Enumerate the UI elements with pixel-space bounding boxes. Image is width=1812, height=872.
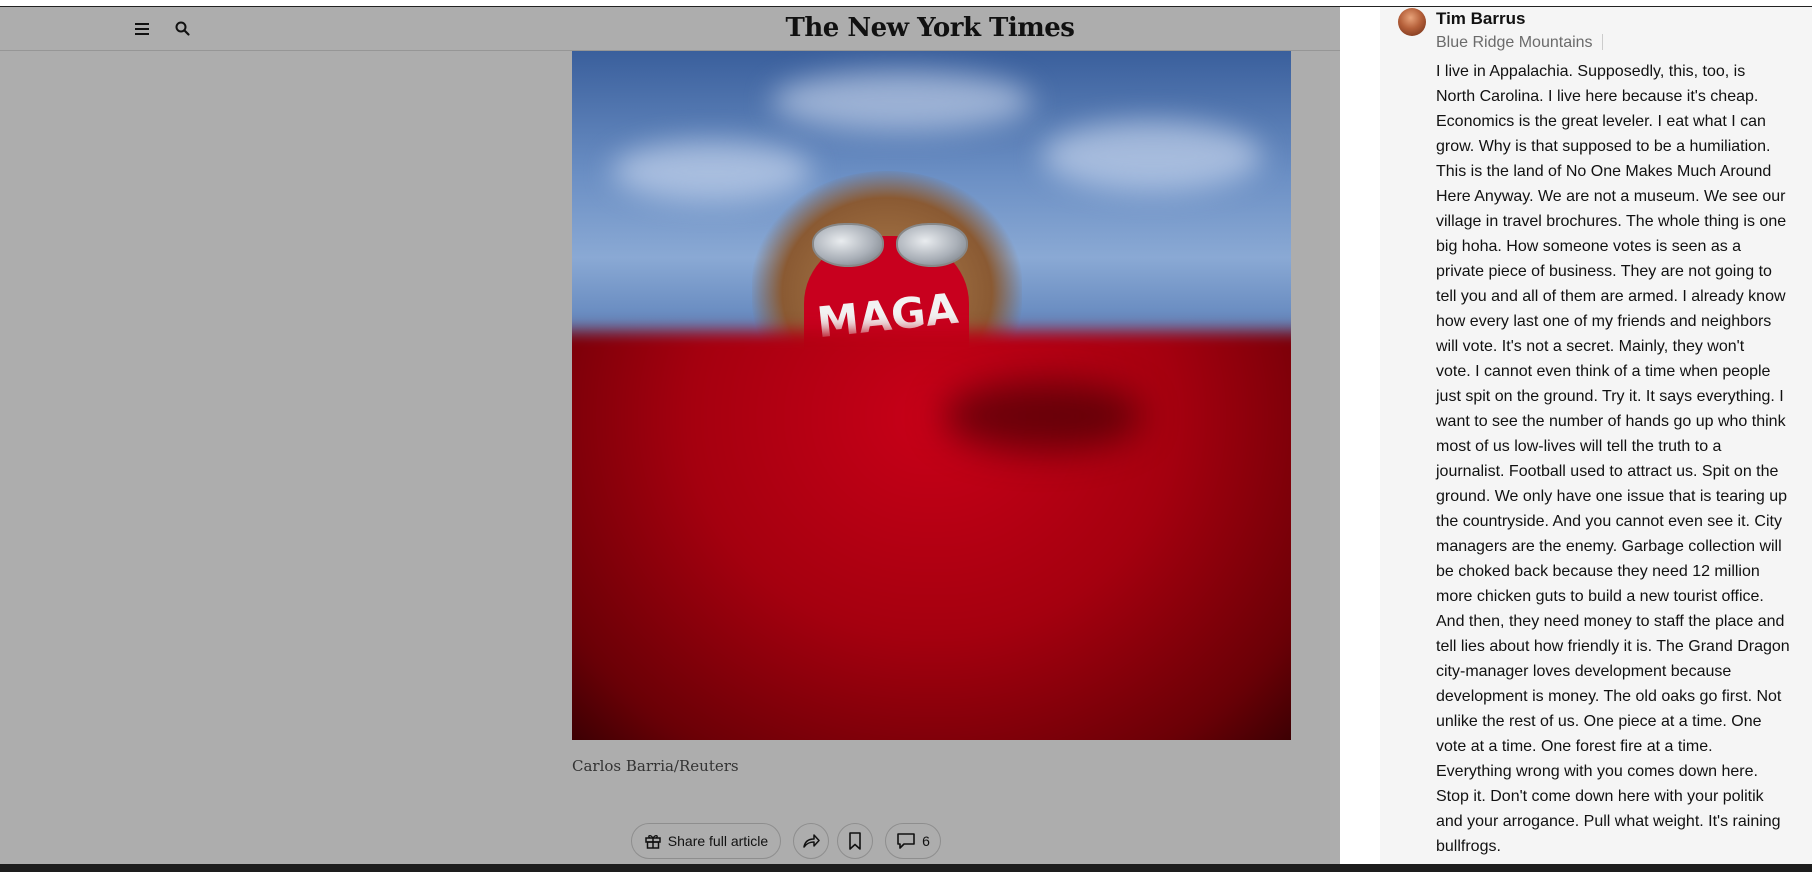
article-area: The New York Times MAGA Carlos Barria/Re… (0, 7, 1340, 864)
comment-line: city-manager loves development because (1436, 663, 1732, 680)
share-button[interactable] (793, 823, 829, 859)
comment-line: ground. We only have one issue that is t… (1436, 488, 1788, 505)
comment-author[interactable]: Tim Barrus (1436, 9, 1525, 29)
comment-line: development is money. The old oaks go fi… (1436, 688, 1782, 705)
comment-line: tell you and all of them are armed. I al… (1436, 288, 1786, 305)
share-full-article-button[interactable]: Share full article (631, 823, 781, 859)
comment-line: vote. I cannot even think of a time when… (1436, 363, 1771, 380)
comment-line: big hoha. How someone votes is seen as a (1436, 238, 1742, 255)
comment-line: want to see the number of hands go up wh… (1436, 413, 1786, 430)
comment-line: Stop it. Don't come down here with your … (1436, 788, 1764, 805)
comment-count: 6 (922, 833, 930, 849)
comment-bubble-icon (897, 833, 915, 849)
comment-line: village in travel brochures. The whole t… (1436, 213, 1787, 230)
comment-line: managers are the enemy. Garbage collecti… (1436, 538, 1782, 555)
comment-body: I live in Appalachia. Supposedly, this, … (1436, 59, 1806, 859)
comment-line: private piece of business. They are not … (1436, 263, 1772, 280)
comment-line: more chicken guts to build a new tourist… (1436, 588, 1764, 605)
comments-panel: Tim Barrus Blue Ridge Mountains I live i… (1340, 7, 1812, 864)
comment-line: how every last one of my friends and nei… (1436, 313, 1772, 330)
gift-icon (645, 835, 661, 849)
comment-line: unlike the rest of us. One piece at a ti… (1436, 713, 1762, 730)
comment-line: And then, they need money to staff the p… (1436, 613, 1785, 630)
article-photo: MAGA (572, 51, 1291, 740)
comment-line: just spit on the ground. Try it. It says… (1436, 388, 1784, 405)
comment-line: This is the land of No One Makes Much Ar… (1436, 163, 1772, 180)
comment-line: and your arrogance. Pull what weight. It… (1436, 813, 1781, 830)
share-label: Share full article (667, 833, 769, 849)
comment-line: Everything wrong with you comes down her… (1436, 763, 1758, 780)
comment-line: Here Anyway. We are not a museum. We see… (1436, 188, 1786, 205)
comment-line: most of us low-lives will tell the truth… (1436, 438, 1722, 455)
hamburger-menu-icon[interactable] (130, 18, 154, 40)
comment-line: North Carolina. I live here because it's… (1436, 88, 1759, 105)
photo-caption: Carlos Barria/Reuters (572, 757, 739, 775)
search-icon[interactable] (170, 16, 196, 42)
comment-line: journalist. Football used to attract us.… (1436, 463, 1779, 480)
comment-line: bullfrogs. (1436, 838, 1501, 855)
nyt-logo[interactable]: The New York Times (780, 13, 1080, 43)
comment-line: tell lies about how friendly it is. The … (1436, 638, 1790, 655)
window-bottom-bar (0, 864, 1812, 872)
comment-line: will vote. It's not a secret. Mainly, th… (1436, 338, 1745, 355)
comment-location: Blue Ridge Mountains (1436, 34, 1603, 52)
save-button[interactable] (837, 823, 873, 859)
masthead: The New York Times (0, 7, 1340, 51)
comments-button[interactable]: 6 (885, 823, 941, 859)
bookmark-icon (849, 832, 861, 850)
comment-line: Economics is the great leveler. I eat wh… (1436, 113, 1766, 130)
comment-line: I live in Appalachia. Supposedly, this, … (1436, 63, 1746, 80)
share-arrow-icon (803, 834, 820, 848)
avatar[interactable] (1398, 8, 1426, 36)
comment-line: vote at a time. One forest fire at a tim… (1436, 738, 1713, 755)
comment-line: grow. Why is that supposed to be a humil… (1436, 138, 1771, 155)
comment-line: the countryside. And you cannot even see… (1436, 513, 1782, 530)
comment-line: be choked back because they need 12 mill… (1436, 563, 1760, 580)
